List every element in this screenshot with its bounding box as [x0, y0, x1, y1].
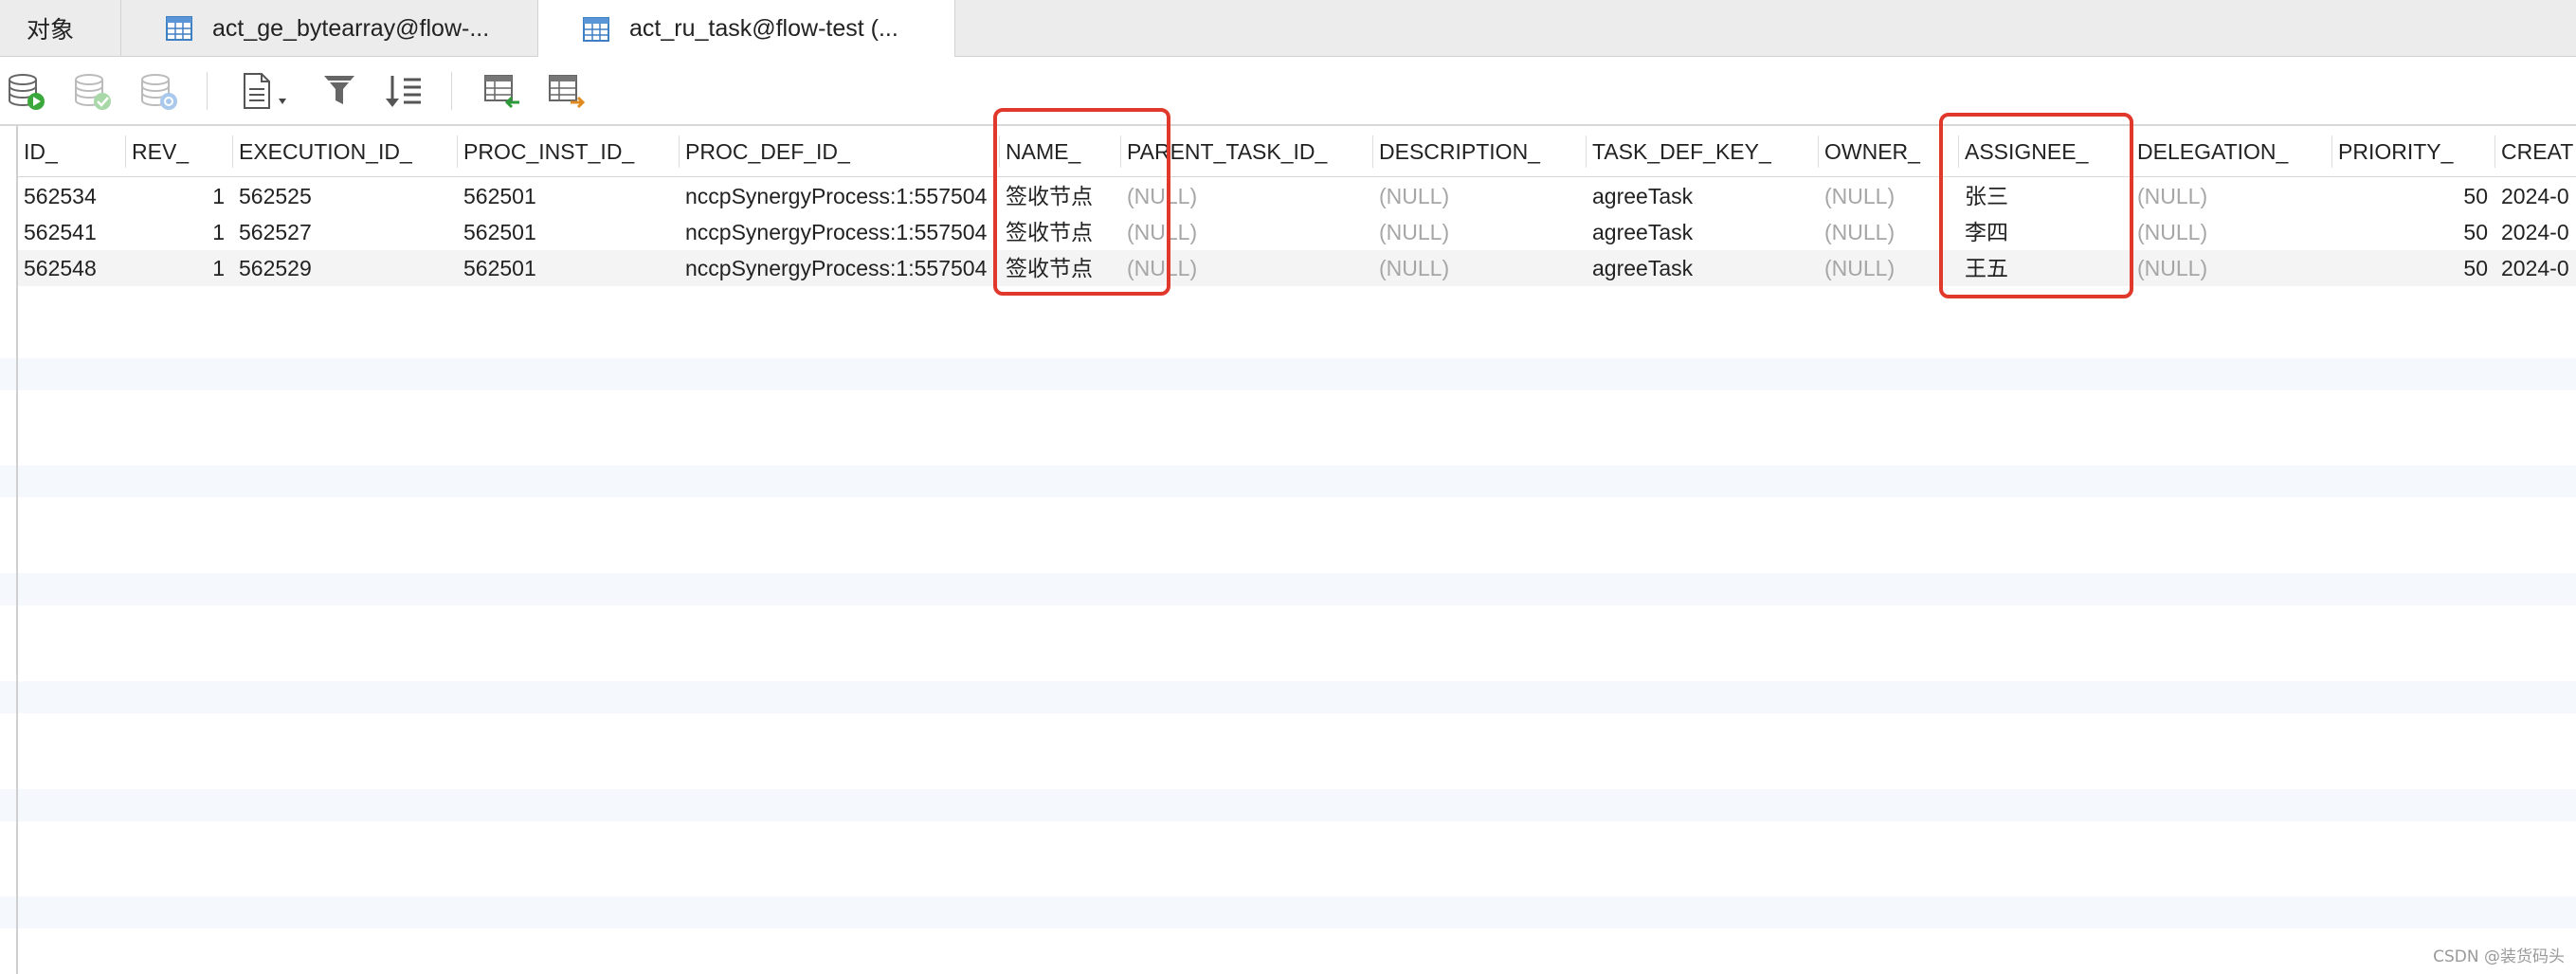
tab-objects-label: 对象	[27, 17, 75, 44]
table-icon	[166, 16, 192, 41]
cell-rev[interactable]: 1	[126, 214, 230, 250]
cell-delegation[interactable]: (NULL)	[2132, 178, 2331, 214]
sort-icon[interactable]	[383, 70, 425, 112]
column-header-execution-id[interactable]: EXECUTION_ID_	[233, 126, 456, 177]
export-icon[interactable]	[546, 70, 588, 112]
cell-id[interactable]: 562534	[18, 178, 121, 214]
cell-delegation[interactable]: (NULL)	[2132, 214, 2331, 250]
cell-proc-inst-id[interactable]: 562501	[458, 214, 678, 250]
empty-row-stripe	[0, 465, 2576, 497]
column-header-task-def-key[interactable]: TASK_DEF_KEY_	[1587, 126, 1817, 177]
toolbar-separator	[207, 72, 208, 110]
tab-label: act_ge_bytearray@flow-...	[212, 14, 490, 42]
cell-task-def-key[interactable]: agreeTask	[1587, 214, 1817, 250]
import-icon[interactable]	[481, 70, 523, 112]
cell-task-def-key[interactable]: agreeTask	[1587, 250, 1817, 286]
cell-proc-def-id[interactable]: nccpSynergyProcess:1:557504	[680, 214, 997, 250]
cell-delegation[interactable]: (NULL)	[2132, 250, 2331, 286]
cell-proc-def-id[interactable]: nccpSynergyProcess:1:557504	[680, 178, 997, 214]
filter-icon[interactable]	[318, 70, 360, 112]
table-row[interactable]: 562541 1 562527 562501 nccpSynergyProces…	[18, 214, 2576, 250]
table-row[interactable]: 562534 1 562525 562501 nccpSynergyProces…	[18, 178, 2576, 214]
cell-priority[interactable]: 50	[2332, 214, 2494, 250]
cell-assignee[interactable]: 张三	[1959, 178, 2130, 214]
column-header-proc-inst-id[interactable]: PROC_INST_ID_	[458, 126, 678, 177]
cell-proc-inst-id[interactable]: 562501	[458, 250, 678, 286]
column-header-rev[interactable]: REV_	[126, 126, 230, 177]
cell-owner[interactable]: (NULL)	[1819, 178, 1957, 214]
empty-row-stripe	[0, 358, 2576, 390]
column-header-owner[interactable]: OWNER_	[1819, 126, 1957, 177]
column-header-proc-def-id[interactable]: PROC_DEF_ID_	[680, 126, 997, 177]
empty-row-stripe	[0, 573, 2576, 605]
table-icon	[583, 16, 609, 42]
column-header-name[interactable]: NAME_	[1000, 126, 1119, 177]
db-commit-icon[interactable]	[72, 70, 114, 112]
column-header-priority[interactable]: PRIORITY_	[2332, 126, 2494, 177]
cell-execution-id[interactable]: 562529	[233, 250, 456, 286]
cell-execution-id[interactable]: 562527	[233, 214, 456, 250]
cell-execution-id[interactable]: 562525	[233, 178, 456, 214]
watermark: CSDN @装货码头	[2433, 947, 2565, 966]
table-row[interactable]: 562548 1 562529 562501 nccpSynergyProces…	[18, 250, 2576, 286]
cell-rev[interactable]: 1	[126, 178, 230, 214]
cell-proc-inst-id[interactable]: 562501	[458, 178, 678, 214]
tab-label: act_ru_task@flow-test (...	[629, 15, 898, 42]
cell-parent-task-id[interactable]: (NULL)	[1121, 178, 1370, 214]
column-header-parent-task-id[interactable]: PARENT_TASK_ID_	[1121, 126, 1370, 177]
cell-proc-def-id[interactable]: nccpSynergyProcess:1:557504	[680, 250, 997, 286]
cell-description[interactable]: (NULL)	[1373, 214, 1584, 250]
cell-parent-task-id[interactable]: (NULL)	[1121, 214, 1370, 250]
cell-create-time[interactable]: 2024-0	[2495, 250, 2576, 286]
tab-act-ru-task[interactable]: act_ru_task@flow-test (...	[538, 0, 955, 58]
cell-create-time[interactable]: 2024-0	[2495, 214, 2576, 250]
empty-row-stripe	[0, 789, 2576, 821]
cell-owner[interactable]: (NULL)	[1819, 250, 1957, 286]
cell-name[interactable]: 签收节点	[1000, 250, 1119, 286]
toolbar-separator	[451, 72, 452, 110]
cell-parent-task-id[interactable]: (NULL)	[1121, 250, 1370, 286]
tab-bar: 对象 act_ge_bytearray@flow-... act_ru_task…	[0, 0, 2576, 58]
toolbar	[0, 57, 2576, 126]
empty-row-stripe	[0, 896, 2576, 929]
cell-assignee[interactable]: 李四	[1959, 214, 2130, 250]
tab-objects[interactable]: 对象	[0, 0, 121, 57]
column-header-assignee[interactable]: ASSIGNEE_	[1959, 126, 2130, 177]
cell-description[interactable]: (NULL)	[1373, 250, 1584, 286]
row-gutter	[0, 126, 18, 974]
table-header: ID_ REV_ EXECUTION_ID_ PROC_INST_ID_ PRO…	[18, 126, 2576, 177]
db-refresh-icon[interactable]	[138, 70, 180, 112]
db-run-icon[interactable]	[6, 70, 47, 112]
column-header-create-time[interactable]: CREAT	[2495, 126, 2576, 177]
text-view-icon[interactable]	[239, 70, 296, 112]
cell-assignee[interactable]: 王五	[1959, 250, 2130, 286]
empty-row-stripe	[0, 681, 2576, 713]
cell-id[interactable]: 562541	[18, 214, 121, 250]
cell-owner[interactable]: (NULL)	[1819, 214, 1957, 250]
cell-description[interactable]: (NULL)	[1373, 178, 1584, 214]
cell-priority[interactable]: 50	[2332, 178, 2494, 214]
cell-task-def-key[interactable]: agreeTask	[1587, 178, 1817, 214]
cell-create-time[interactable]: 2024-0	[2495, 178, 2576, 214]
cell-id[interactable]: 562548	[18, 250, 121, 286]
cell-name[interactable]: 签收节点	[1000, 178, 1119, 214]
data-grid[interactable]: ID_ REV_ EXECUTION_ID_ PROC_INST_ID_ PRO…	[0, 126, 2576, 974]
column-header-id[interactable]: ID_	[18, 126, 121, 177]
cell-name[interactable]: 签收节点	[1000, 214, 1119, 250]
cell-priority[interactable]: 50	[2332, 250, 2494, 286]
tab-act-ge-bytearray[interactable]: act_ge_bytearray@flow-...	[121, 0, 538, 57]
column-header-description[interactable]: DESCRIPTION_	[1373, 126, 1584, 177]
column-header-delegation[interactable]: DELEGATION_	[2132, 126, 2331, 177]
cell-rev[interactable]: 1	[126, 250, 230, 286]
